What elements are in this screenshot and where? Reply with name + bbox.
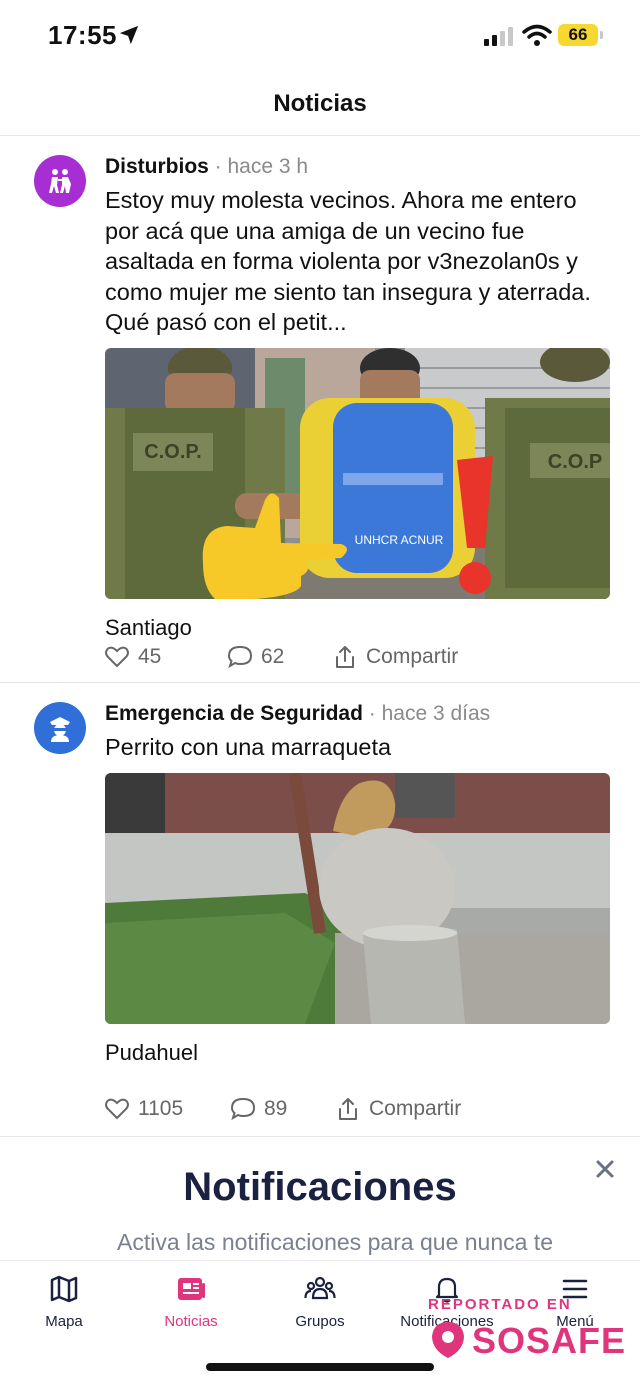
status-bar: 17:55 66 [0, 0, 640, 72]
post-header: Disturbios · hace 3 h [105, 155, 308, 179]
post-header: Emergencia de Seguridad · hace 3 días [105, 702, 490, 726]
share-button[interactable]: Compartir [332, 644, 458, 670]
post-category[interactable]: Emergencia de Seguridad [105, 702, 363, 725]
backpack-text: UNHCR ACNUR [355, 533, 444, 547]
tab-grupos[interactable]: Grupos [260, 1273, 380, 1330]
watermark-brand: SOSAFE [472, 1320, 627, 1361]
like-count: 1105 [138, 1097, 184, 1120]
comment-icon [227, 645, 253, 669]
share-button[interactable]: Compartir [335, 1096, 461, 1122]
disturbance-icon [49, 169, 71, 193]
sosafe-watermark: REPORTADO EN SOSAFE [428, 1296, 628, 1366]
share-icon [339, 1098, 357, 1120]
news-icon [178, 1278, 205, 1300]
comment-button[interactable]: 89 [230, 1096, 287, 1122]
post-text[interactable]: Perrito con una marraqueta [105, 732, 615, 763]
tab-noticias[interactable]: Noticias [131, 1273, 251, 1330]
cellular-signal-icon [484, 27, 513, 46]
like-button[interactable]: 45 [104, 644, 161, 670]
wifi-icon [522, 24, 552, 46]
promo-text: Activa las notificaciones para que nunca… [117, 1229, 553, 1255]
tab-mapa[interactable]: Mapa [4, 1273, 124, 1330]
status-time: 17:55 [48, 20, 117, 50]
category-avatar [34, 155, 86, 207]
share-label: Compartir [366, 645, 459, 668]
post-time: · hace 3 días [362, 702, 491, 725]
battery-indicator: 66 [558, 24, 603, 46]
watermark-reported-text: REPORTADO EN [428, 1296, 572, 1313]
dog-on-sidewalk-photo [105, 773, 610, 1024]
category-avatar [34, 702, 86, 754]
page-title: Noticias [273, 90, 367, 117]
tab-label: Mapa [45, 1313, 83, 1330]
map-icon [50, 1275, 78, 1303]
share-label: Compartir [369, 1097, 462, 1120]
share-icon [336, 646, 354, 668]
notifications-promo: Notificaciones Activa las notificaciones… [0, 1136, 640, 1260]
news-post[interactable]: Emergencia de Seguridad · hace 3 días Pe… [0, 684, 640, 1136]
vest-right-text: C.O.P [548, 451, 602, 473]
comment-count: 89 [264, 1097, 288, 1120]
news-post[interactable]: Disturbios · hace 3 h Estoy muy molesta … [0, 137, 640, 683]
police-arrest-photo: C.O.P. UNHCR ACNUR C.O.P [105, 348, 610, 599]
post-location: Pudahuel [105, 1040, 198, 1065]
tab-label: Grupos [295, 1313, 345, 1330]
home-indicator [206, 1363, 434, 1371]
post-location: Santiago [105, 615, 192, 640]
groups-icon [304, 1276, 336, 1300]
post-category[interactable]: Disturbios [105, 155, 209, 178]
post-image[interactable] [105, 773, 610, 1024]
heart-icon [105, 1098, 129, 1120]
vest-left-text: C.O.P. [144, 441, 201, 463]
post-time: · hace 3 h [208, 155, 309, 178]
location-arrow-icon [119, 25, 139, 45]
comment-count: 62 [261, 645, 285, 668]
promo-title: Notificaciones [183, 1165, 457, 1209]
nav-header: Noticias [0, 72, 640, 136]
comment-button[interactable]: 62 [227, 644, 284, 670]
post-image[interactable]: C.O.P. UNHCR ACNUR C.O.P [105, 348, 610, 599]
like-button[interactable]: 1105 [104, 1096, 183, 1122]
police-officer-icon [50, 717, 70, 742]
like-count: 45 [138, 645, 162, 668]
tab-label: Noticias [164, 1313, 218, 1330]
comment-icon [230, 1097, 256, 1121]
shield-location-icon [432, 1322, 464, 1358]
post-text[interactable]: Estoy muy molesta vecinos. Ahora me ente… [105, 185, 615, 338]
heart-icon [105, 646, 129, 668]
